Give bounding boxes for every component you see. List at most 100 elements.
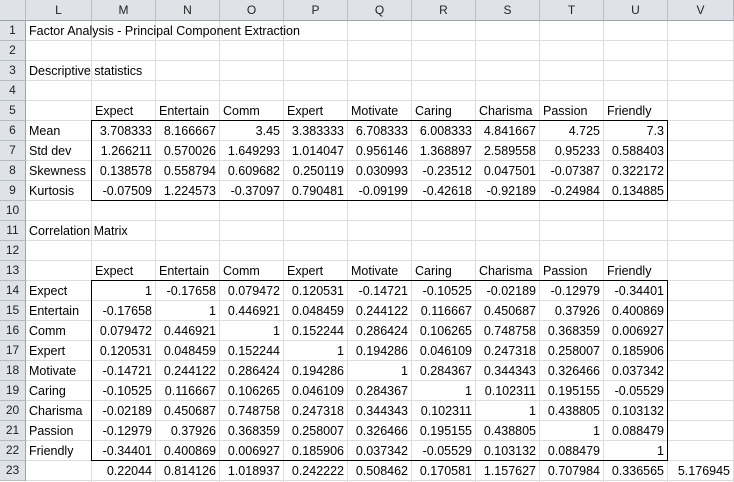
row-header-5[interactable]: 5 (0, 101, 26, 121)
matrix-cell[interactable]: 0.195155 (540, 381, 603, 400)
column-label-passion[interactable]: Passion (540, 101, 603, 120)
column-header-u[interactable]: U (604, 0, 668, 21)
row-header-23[interactable]: 23 (0, 461, 26, 481)
matrix-cell[interactable]: 0.079472 (220, 281, 283, 300)
sheet-title[interactable]: Factor Analysis - Principal Component Ex… (26, 21, 411, 40)
matrix-cell[interactable]: 0.400869 (156, 441, 219, 460)
matrix-cell[interactable]: 0.258007 (540, 341, 603, 360)
table-cell[interactable]: 4.841667 (476, 121, 539, 140)
table-cell[interactable]: 3.708333 (92, 121, 155, 140)
column-label-comm[interactable]: Comm (220, 101, 283, 120)
matrix-cell[interactable]: 0.152244 (220, 341, 283, 360)
row-header-1[interactable]: 1 (0, 21, 26, 41)
matrix-cell[interactable]: 0.446921 (156, 321, 219, 340)
total-cell[interactable]: 0.814126 (156, 461, 219, 480)
matrix-cell[interactable]: -0.02189 (92, 401, 155, 420)
total-cell[interactable]: 0.336565 (604, 461, 667, 480)
total-cell[interactable]: 1.157627 (476, 461, 539, 480)
row-header-4[interactable]: 4 (0, 81, 26, 101)
matrix-cell[interactable]: 0.037342 (604, 361, 667, 380)
matrix-cell[interactable]: 0.103132 (604, 401, 667, 420)
matrix-cell[interactable]: 1 (412, 381, 475, 400)
matrix-cell[interactable]: 0.046109 (284, 381, 347, 400)
table-cell[interactable]: 0.570026 (156, 141, 219, 160)
table-cell[interactable]: 1.266211 (92, 141, 155, 160)
column-header-r[interactable]: R (412, 0, 476, 21)
matrix-cell[interactable]: 1 (348, 361, 411, 380)
matrix-cell[interactable]: 0.006927 (604, 321, 667, 340)
column-label-comm[interactable]: Comm (220, 261, 283, 280)
matrix-cell[interactable]: 0.195155 (412, 421, 475, 440)
section-label-correlation[interactable]: Correlation Matrix (26, 221, 219, 240)
column-header-s[interactable]: S (476, 0, 540, 21)
row-label-friendly[interactable]: Friendly (26, 441, 91, 460)
table-cell[interactable]: 3.45 (220, 121, 283, 140)
matrix-cell[interactable]: 0.37926 (156, 421, 219, 440)
table-cell[interactable]: 0.134885 (604, 181, 667, 200)
column-label-expect[interactable]: Expect (92, 101, 155, 120)
matrix-cell[interactable]: 0.326466 (540, 361, 603, 380)
matrix-cell[interactable]: 0.079472 (92, 321, 155, 340)
matrix-cell[interactable]: -0.12979 (92, 421, 155, 440)
row-header-13[interactable]: 13 (0, 261, 26, 281)
row-header-3[interactable]: 3 (0, 61, 26, 81)
matrix-cell[interactable]: -0.10525 (412, 281, 475, 300)
table-cell[interactable]: -0.42618 (412, 181, 475, 200)
row-header-21[interactable]: 21 (0, 421, 26, 441)
row-header-17[interactable]: 17 (0, 341, 26, 361)
column-header-o[interactable]: O (220, 0, 284, 21)
matrix-cell[interactable]: 0.450687 (476, 301, 539, 320)
matrix-cell[interactable]: 0.116667 (156, 381, 219, 400)
matrix-cell[interactable]: -0.02189 (476, 281, 539, 300)
table-cell[interactable]: 0.956146 (348, 141, 411, 160)
matrix-cell[interactable]: 0.048459 (284, 301, 347, 320)
table-cell[interactable]: -0.09199 (348, 181, 411, 200)
table-cell[interactable]: 2.589558 (476, 141, 539, 160)
column-label-motivate[interactable]: Motivate (348, 261, 411, 280)
matrix-cell[interactable]: 0.286424 (348, 321, 411, 340)
matrix-cell[interactable]: 0.284367 (412, 361, 475, 380)
table-cell[interactable]: 0.322172 (604, 161, 667, 180)
row-header-22[interactable]: 22 (0, 441, 26, 461)
column-label-motivate[interactable]: Motivate (348, 101, 411, 120)
matrix-cell[interactable]: 0.286424 (220, 361, 283, 380)
total-cell[interactable]: 1.018937 (220, 461, 283, 480)
table-cell[interactable]: 1.014047 (284, 141, 347, 160)
matrix-cell[interactable]: -0.34401 (604, 281, 667, 300)
matrix-cell[interactable]: 0.006927 (220, 441, 283, 460)
table-cell[interactable]: -0.37097 (220, 181, 283, 200)
row-label-expert[interactable]: Expert (26, 341, 91, 360)
column-label-passion[interactable]: Passion (540, 261, 603, 280)
total-cell[interactable]: 0.170581 (412, 461, 475, 480)
matrix-cell[interactable]: 0.152244 (284, 321, 347, 340)
matrix-cell[interactable]: 0.344343 (348, 401, 411, 420)
matrix-cell[interactable]: 0.037342 (348, 441, 411, 460)
matrix-cell[interactable]: 0.748758 (476, 321, 539, 340)
row-label-std-dev[interactable]: Std dev (26, 141, 91, 160)
matrix-cell[interactable]: 0.102311 (412, 401, 475, 420)
matrix-cell[interactable]: 0.194286 (348, 341, 411, 360)
matrix-cell[interactable]: 0.088479 (540, 441, 603, 460)
table-cell[interactable]: 6.008333 (412, 121, 475, 140)
table-cell[interactable]: 0.609682 (220, 161, 283, 180)
matrix-cell[interactable]: 0.344343 (476, 361, 539, 380)
row-header-11[interactable]: 11 (0, 221, 26, 241)
matrix-cell[interactable]: 0.37926 (540, 301, 603, 320)
row-label-motivate[interactable]: Motivate (26, 361, 91, 380)
column-header-t[interactable]: T (540, 0, 604, 21)
total-cell[interactable]: 0.508462 (348, 461, 411, 480)
column-header-q[interactable]: Q (348, 0, 412, 21)
table-cell[interactable]: 3.383333 (284, 121, 347, 140)
matrix-cell[interactable]: 0.185906 (284, 441, 347, 460)
matrix-cell[interactable]: 0.368359 (220, 421, 283, 440)
matrix-cell[interactable]: 0.748758 (220, 401, 283, 420)
table-cell[interactable]: -0.07387 (540, 161, 603, 180)
matrix-cell[interactable]: 1 (156, 301, 219, 320)
table-cell[interactable]: 0.790481 (284, 181, 347, 200)
column-label-expert[interactable]: Expert (284, 101, 347, 120)
matrix-cell[interactable]: 0.258007 (284, 421, 347, 440)
matrix-cell[interactable]: 0.438805 (540, 401, 603, 420)
matrix-cell[interactable]: -0.05529 (412, 441, 475, 460)
matrix-cell[interactable]: -0.05529 (604, 381, 667, 400)
table-cell[interactable]: 0.047501 (476, 161, 539, 180)
